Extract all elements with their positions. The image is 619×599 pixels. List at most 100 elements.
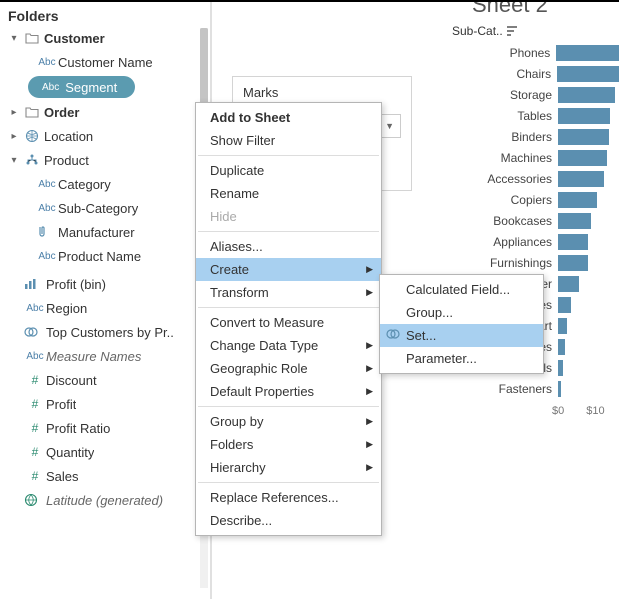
bar-row[interactable]: Tables: [444, 105, 619, 126]
field-region[interactable]: AbcRegion: [8, 296, 206, 320]
menu-item-add-to-sheet[interactable]: Add to Sheet: [196, 106, 381, 129]
bar: [558, 87, 615, 103]
field-quantity[interactable]: #Quantity: [8, 440, 206, 464]
bar-label: Phones: [444, 46, 556, 60]
field-sub-category[interactable]: AbcSub-Category: [8, 196, 206, 220]
data-panel: Folders ▾CustomerAbcCustomer NameAbcSegm…: [0, 2, 206, 599]
bar: [558, 108, 610, 124]
bar-row[interactable]: Phones: [444, 42, 619, 63]
bar-row[interactable]: Accessories: [444, 168, 619, 189]
folder-icon: [24, 32, 40, 44]
submenu-item-parameter[interactable]: Parameter...: [380, 347, 543, 370]
field-sales[interactable]: #Sales: [8, 464, 206, 488]
bar-row[interactable]: Fasteners: [444, 378, 619, 399]
folder-customer[interactable]: ▾Customer: [8, 26, 206, 50]
menu-item-group-by[interactable]: Group by: [196, 410, 381, 433]
field-top-customers-by-pr-[interactable]: Top Customers by Pr..: [8, 320, 206, 344]
menu-item-transform[interactable]: Transform: [196, 281, 381, 304]
menu-separator: [198, 155, 379, 156]
menu-item-hide: Hide: [196, 205, 381, 228]
field-discount[interactable]: #Discount: [8, 368, 206, 392]
bar-row[interactable]: Binders: [444, 126, 619, 147]
bar-label: Tables: [444, 109, 558, 123]
menu-separator: [198, 482, 379, 483]
submenu-item-group[interactable]: Group...: [380, 301, 543, 324]
bar-label: Binders: [444, 130, 558, 144]
bar-label: Machines: [444, 151, 558, 165]
menu-item-rename[interactable]: Rename: [196, 182, 381, 205]
bar-row[interactable]: Bookcases: [444, 210, 619, 231]
bar-label: Accessories: [444, 172, 558, 186]
bar: [558, 360, 563, 376]
bar: [558, 150, 607, 166]
hierarchy-icon: [24, 153, 40, 167]
bar-label: Copiers: [444, 193, 558, 207]
bar: [558, 339, 565, 355]
bar-label: Chairs: [444, 67, 557, 81]
field-product-name[interactable]: AbcProduct Name: [8, 244, 206, 268]
menu-item-describe[interactable]: Describe...: [196, 509, 381, 532]
folder-order[interactable]: ▸Order: [8, 100, 206, 124]
submenu-item-set[interactable]: Set...: [380, 324, 543, 347]
bar-label: Bookcases: [444, 214, 558, 228]
set-icon: [24, 326, 46, 338]
bar: [558, 255, 588, 271]
field-tree: ▾CustomerAbcCustomer NameAbcSegment▸Orde…: [0, 26, 206, 512]
menu-item-replace-references[interactable]: Replace References...: [196, 486, 381, 509]
bar-label: Appliances: [444, 235, 558, 249]
menu-item-hierarchy[interactable]: Hierarchy: [196, 456, 381, 479]
bar: [558, 297, 571, 313]
bar: [558, 129, 609, 145]
field-segment[interactable]: AbcSegment: [8, 74, 206, 100]
axis-tick: $0: [552, 405, 564, 417]
menu-item-create[interactable]: Create: [196, 258, 381, 281]
paperclip-icon: [36, 225, 58, 239]
sheet-title: Sheet 2: [444, 0, 619, 24]
menu-item-show-filter[interactable]: Show Filter: [196, 129, 381, 152]
context-submenu: Calculated Field...Group...Set...Paramet…: [379, 274, 544, 374]
menu-separator: [198, 406, 379, 407]
menu-item-geographic-role[interactable]: Geographic Role: [196, 357, 381, 380]
set-icon: [386, 328, 400, 342]
menu-item-convert-to-measure[interactable]: Convert to Measure: [196, 311, 381, 334]
field-profit[interactable]: #Profit: [8, 392, 206, 416]
field-latitude-generated-[interactable]: Latitude (generated): [8, 488, 206, 512]
menu-item-default-properties[interactable]: Default Properties: [196, 380, 381, 403]
field-measure-names[interactable]: AbcMeasure Names: [8, 344, 206, 368]
bar-label: Fasteners: [444, 382, 558, 396]
bar: [558, 234, 588, 250]
axis-tick: $10: [586, 405, 604, 417]
panel-title: Folders: [0, 2, 206, 26]
folder-icon: [24, 106, 40, 118]
bar-row[interactable]: Furnishings: [444, 252, 619, 273]
bar-row[interactable]: Copiers: [444, 189, 619, 210]
bar: [557, 66, 619, 82]
bar: [558, 318, 567, 334]
bar: [558, 381, 561, 397]
geo-icon: [24, 129, 40, 143]
bar-label: Furnishings: [444, 256, 558, 270]
bar-row[interactable]: Storage: [444, 84, 619, 105]
menu-item-aliases[interactable]: Aliases...: [196, 235, 381, 258]
bar-label: Storage: [444, 88, 558, 102]
bar: [556, 45, 619, 61]
menu-item-change-data-type[interactable]: Change Data Type: [196, 334, 381, 357]
field-profit-bin-[interactable]: Profit (bin): [8, 272, 206, 296]
bar: [558, 276, 579, 292]
menu-separator: [198, 231, 379, 232]
menu-item-duplicate[interactable]: Duplicate: [196, 159, 381, 182]
field-profit-ratio[interactable]: #Profit Ratio: [8, 416, 206, 440]
field-manufacturer[interactable]: Manufacturer: [8, 220, 206, 244]
submenu-item-calculated-field[interactable]: Calculated Field...: [380, 278, 543, 301]
bar-row[interactable]: Machines: [444, 147, 619, 168]
bin-icon: [24, 278, 46, 290]
menu-item-folders[interactable]: Folders: [196, 433, 381, 456]
bar-row[interactable]: Chairs: [444, 63, 619, 84]
field-customer-name[interactable]: AbcCustomer Name: [8, 50, 206, 74]
folder-product[interactable]: ▾Product: [8, 148, 206, 172]
bar-row[interactable]: Appliances: [444, 231, 619, 252]
bar: [558, 171, 604, 187]
sort-icon[interactable]: [503, 25, 520, 37]
field-category[interactable]: AbcCategory: [8, 172, 206, 196]
folder-location[interactable]: ▸Location: [8, 124, 206, 148]
